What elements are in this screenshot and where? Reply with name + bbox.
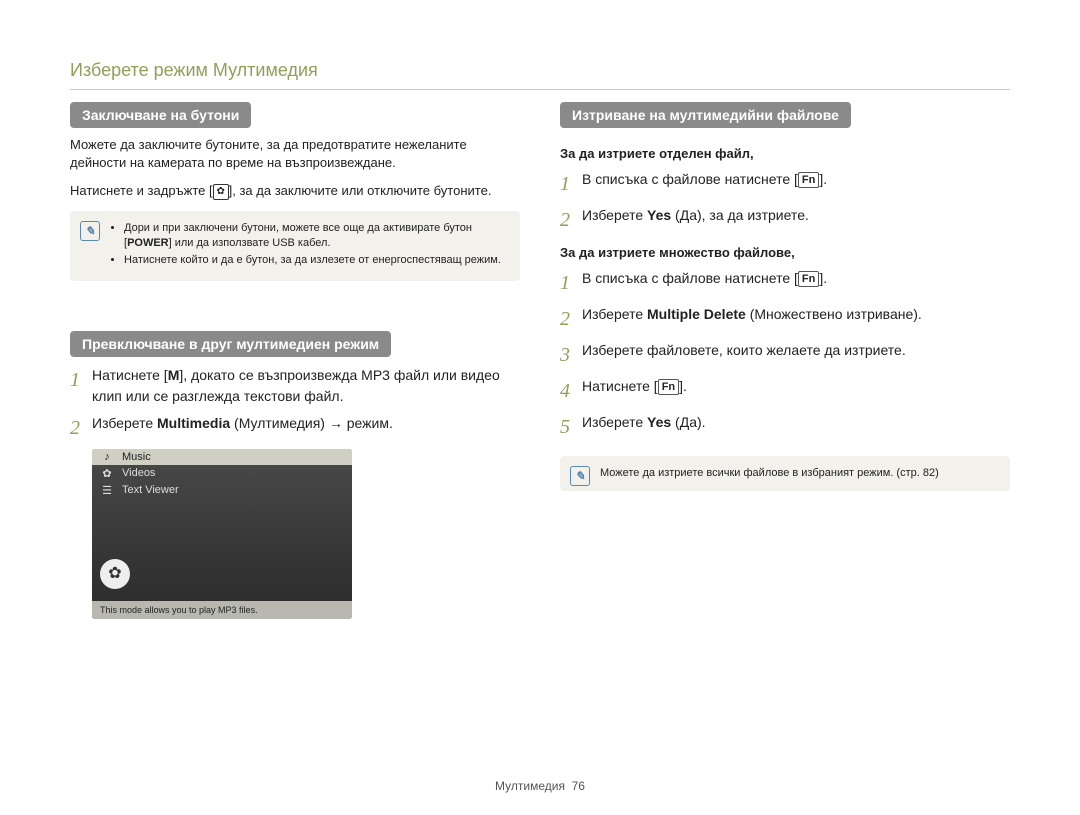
note-lock-bullet-1: Дори и при заключени бутони, можете все … (124, 221, 508, 252)
step-number: 1 (70, 365, 92, 407)
s2-1-a: В списъка с файлове натиснете [ (582, 270, 798, 286)
s1-1-b: ]. (819, 171, 827, 187)
delete-multi-step-5: 5 Изберете Yes (Да). (560, 412, 1010, 442)
footer-label: Мултимедия (495, 779, 565, 793)
screenshot-item-videos: ✿ Videos (92, 465, 352, 482)
s2-5-b: (Да). (671, 414, 705, 430)
fn-key-icon: Fn (798, 271, 819, 287)
flower-button-icon: ✿ (213, 184, 229, 200)
yes-bold: Yes (647, 207, 671, 223)
multimedia-mode-icon: ✿ (100, 559, 130, 589)
screenshot-item-label: Text Viewer (122, 484, 179, 496)
info-icon: ✎ (80, 221, 100, 241)
step-number: 2 (560, 304, 582, 334)
delete-multi-step-3: 3 Изберете файловете, които желаете да и… (560, 340, 1010, 370)
s1-2-a: Изберете (582, 207, 647, 223)
mode-screenshot: ♪ Music ✿ Videos ☰ Text Viewer ✿ This mo… (92, 449, 352, 619)
page-footer: Мултимедия 76 (0, 779, 1080, 793)
screenshot-item-label: Videos (122, 467, 155, 479)
step1-a: Натиснете [ (92, 367, 168, 383)
s2-4-a: Натиснете [ (582, 378, 658, 394)
note1-b1-b: ] или да използвате USB кабел. (169, 237, 331, 249)
m-key: M (168, 367, 180, 383)
delete-multiple-subheading: За да изтриете множество файлове, (560, 245, 1010, 260)
note-delete-all: ✎ Можете да изтриете всички файлове в из… (560, 456, 1010, 491)
fn-key-icon: Fn (798, 172, 819, 188)
section-lock-buttons-header: Заключване на бутони (70, 102, 251, 128)
step2-b: (Мултимедия) → режим. (230, 415, 393, 431)
screenshot-item-text-viewer: ☰ Text Viewer (92, 482, 352, 499)
music-icon: ♪ (100, 451, 114, 463)
video-icon: ✿ (100, 467, 114, 480)
multiple-delete-bold: Multiple Delete (647, 306, 746, 322)
s2-5-a: Изберете (582, 414, 647, 430)
lock-instruction-a: Натиснете и задръжте [ (70, 183, 213, 198)
lock-instruction-b: ], за да заключите или отключите бутонит… (229, 183, 492, 198)
screenshot-item-label: Music (122, 451, 151, 463)
s2-2-a: Изберете (582, 306, 647, 322)
right-column: Изтриване на мултимедийни файлове За да … (560, 102, 1010, 619)
step-number: 4 (560, 376, 582, 406)
note-lock-bullet-2: Натиснете който и да е бутон, за да изле… (124, 253, 508, 268)
delete-multi-step-1: 1 В списъка с файлове натиснете [Fn]. (560, 268, 1010, 298)
title-divider (70, 89, 1010, 90)
s1-1-a: В списъка с файлове натиснете [ (582, 171, 798, 187)
s1-2-b: (Да), за да изтриете. (671, 207, 809, 223)
power-label: POWER (127, 237, 169, 249)
s2-1-b: ]. (819, 270, 827, 286)
yes-bold: Yes (647, 414, 671, 430)
lock-instruction: Натиснете и задръжте [✿], за да заключит… (70, 182, 520, 200)
delete-multi-step-4: 4 Натиснете [Fn]. (560, 376, 1010, 406)
footer-page-number: 76 (572, 779, 585, 793)
step-number: 1 (560, 169, 582, 199)
step-number: 2 (560, 205, 582, 235)
fn-key-icon: Fn (658, 379, 679, 395)
delete-single-subheading: За да изтриете отделен файл, (560, 146, 1010, 161)
step-number: 5 (560, 412, 582, 442)
delete-single-step-1: 1 В списъка с файлове натиснете [Fn]. (560, 169, 1010, 199)
step2-a: Изберете (92, 415, 157, 431)
text-icon: ☰ (100, 484, 114, 497)
multimedia-bold: Multimedia (157, 415, 230, 431)
lock-description: Можете да заключите бутоните, за да пред… (70, 136, 520, 172)
step-number: 2 (70, 413, 92, 443)
delete-multi-step-2: 2 Изберете Multiple Delete (Множествено … (560, 304, 1010, 334)
info-icon: ✎ (570, 466, 590, 486)
section-delete-header: Изтриване на мултимедийни файлове (560, 102, 851, 128)
s2-4-b: ]. (679, 378, 687, 394)
s2-2-b: (Множествено изтриване). (746, 306, 922, 322)
note-delete-text: Можете да изтриете всички файлове в избр… (600, 467, 939, 479)
delete-single-step-2: 2 Изберете Yes (Да), за да изтриете. (560, 205, 1010, 235)
s2-3: Изберете файловете, които желаете да изт… (582, 340, 1010, 370)
step-number: 1 (560, 268, 582, 298)
left-column: Заключване на бутони Можете да заключите… (70, 102, 520, 619)
step-number: 3 (560, 340, 582, 370)
section-switch-mode-header: Превключване в друг мултимедиен режим (70, 331, 391, 357)
screenshot-item-music: ♪ Music (92, 449, 352, 465)
switch-step-2: 2 Изберете Multimedia (Мултимедия) → реж… (70, 413, 520, 443)
note-lock: ✎ Дори и при заключени бутони, можете вс… (70, 211, 520, 281)
page-title: Изберете режим Мултимедия (70, 60, 1010, 81)
switch-step-1: 1 Натиснете [M], докато се възпроизвежда… (70, 365, 520, 407)
screenshot-footer: This mode allows you to play MP3 files. (92, 601, 352, 619)
